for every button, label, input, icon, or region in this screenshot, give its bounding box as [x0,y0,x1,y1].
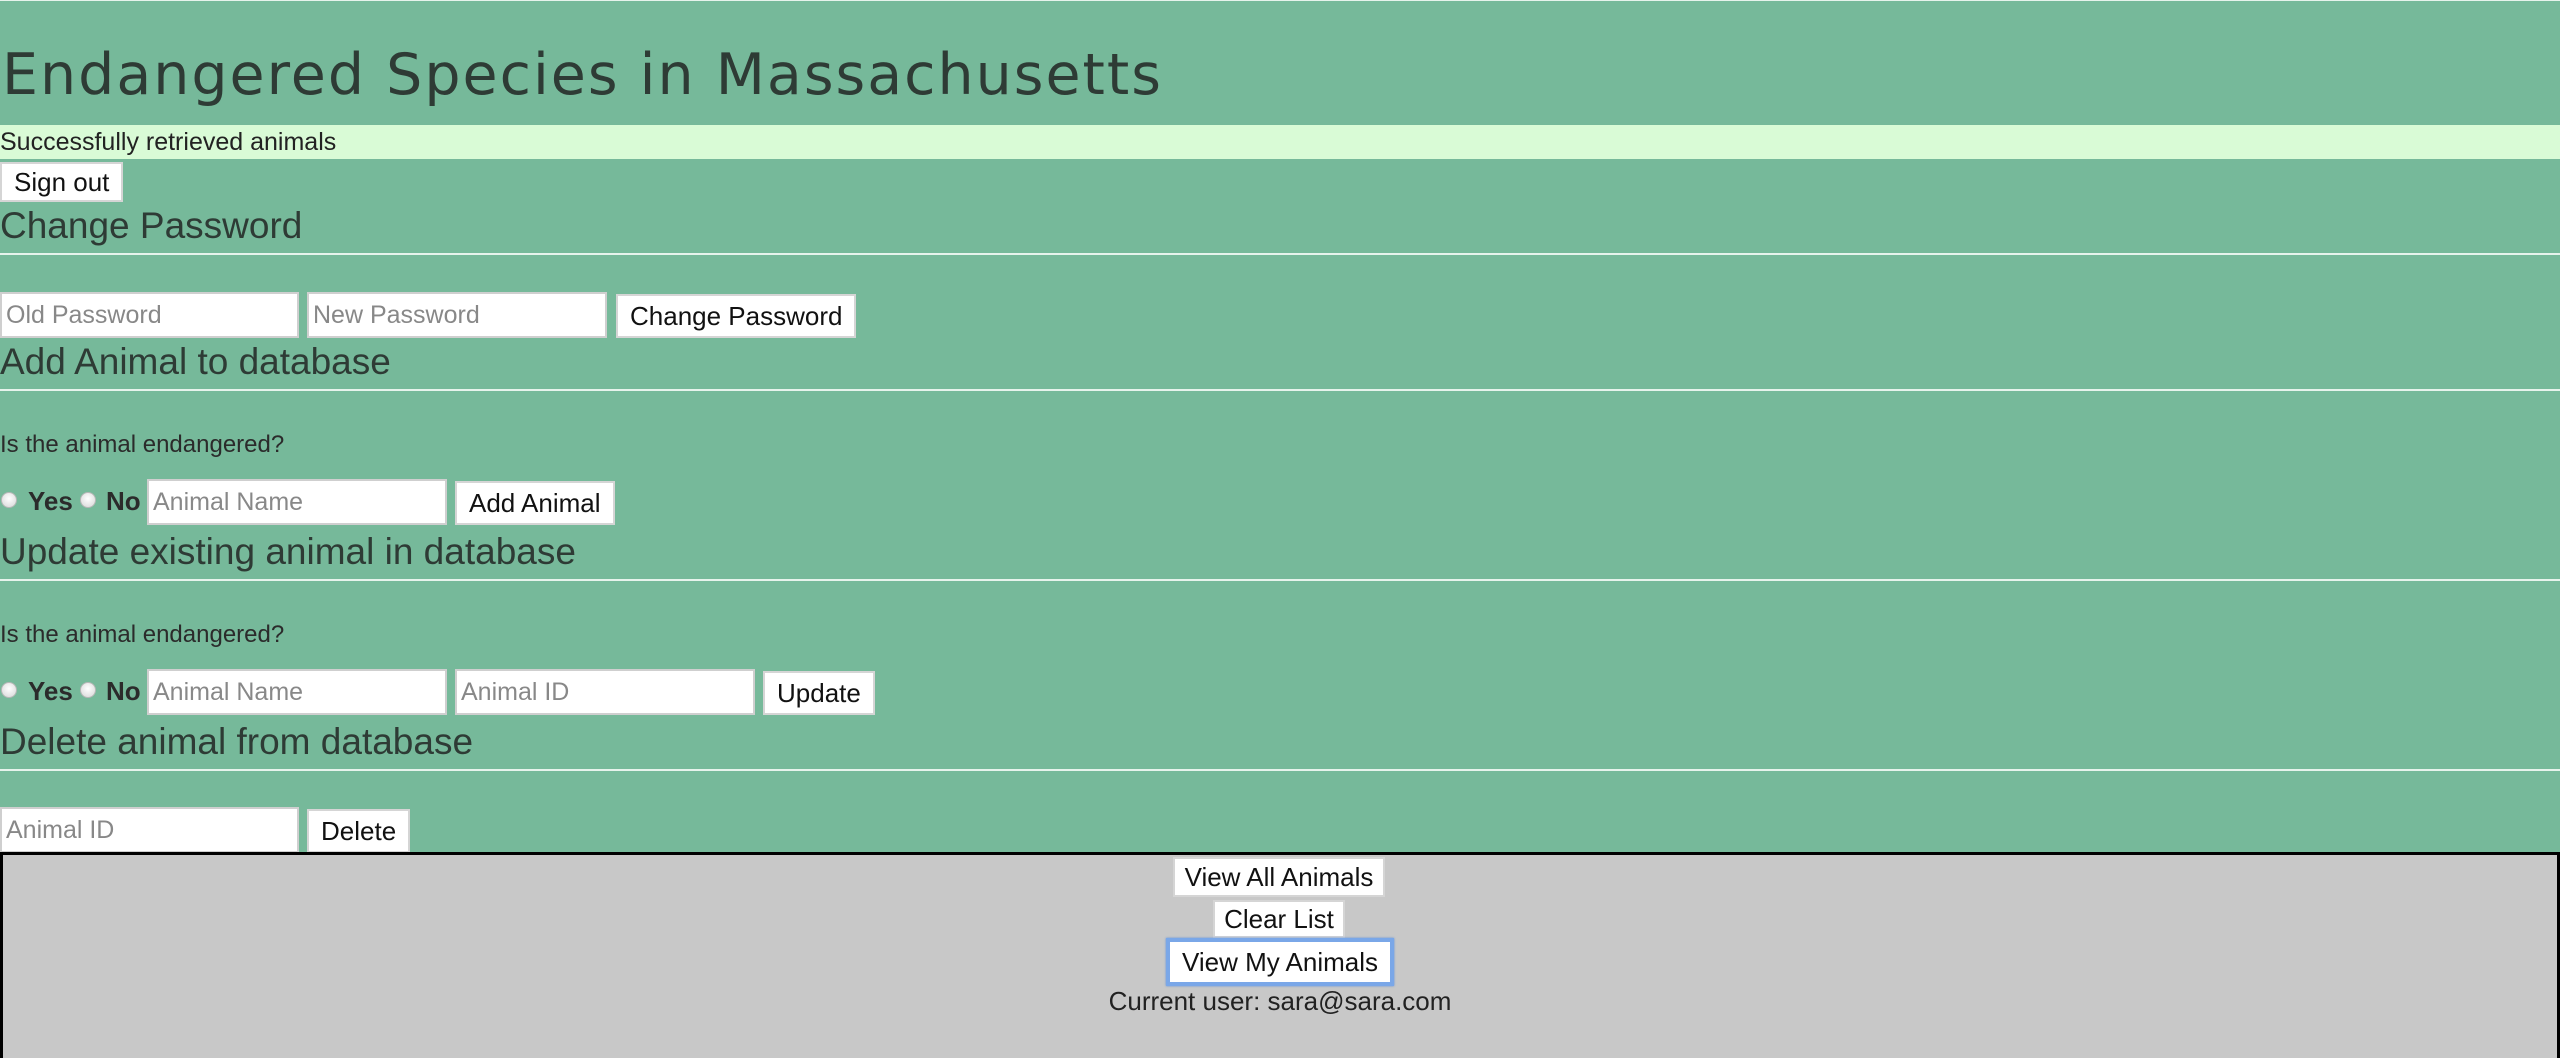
old-password-input[interactable] [0,292,299,338]
section-divider [0,769,2560,771]
update-yes-label: Yes [28,676,73,706]
change-password-heading: Change Password [0,205,303,246]
sign-out-button[interactable]: Sign out [0,162,124,202]
add-endangered-question: Is the animal endangered? [0,431,285,458]
update-endangered-question: Is the animal endangered? [0,621,285,648]
add-animal-button[interactable]: Add Animal [455,481,615,525]
add-yes-label: Yes [28,486,73,516]
view-all-animals-button[interactable]: View All Animals [1173,857,1385,897]
delete-animal-id-input[interactable] [0,807,299,853]
page-title: Endangered Species in Massachusetts [2,42,1163,108]
clear-list-button[interactable]: Clear List [1213,900,1345,938]
section-divider [0,579,2560,581]
update-yes-radio[interactable] [1,682,17,698]
view-my-animals-button[interactable]: View My Animals [1166,938,1394,986]
update-no-label: No [106,676,141,706]
status-message: Successfully retrieved animals [0,125,2560,159]
add-animal-heading: Add Animal to database [0,341,391,382]
add-no-radio[interactable] [80,492,96,508]
current-user-label: Current user: sara@sara.com [1108,986,1452,1016]
update-no-radio[interactable] [80,682,96,698]
update-animal-name-input[interactable] [147,669,447,715]
add-animal-name-input[interactable] [147,479,447,525]
add-yes-radio[interactable] [1,492,17,508]
update-animal-id-input[interactable] [455,669,755,715]
add-no-label: No [106,486,141,516]
delete-animal-heading: Delete animal from database [0,721,474,762]
update-animal-button[interactable]: Update [763,671,875,715]
update-animal-heading: Update existing animal in database [0,531,576,572]
section-divider [0,389,2560,391]
change-password-button[interactable]: Change Password [616,294,857,338]
delete-animal-button[interactable]: Delete [307,809,411,853]
section-divider [0,253,2560,255]
new-password-input[interactable] [307,292,607,338]
